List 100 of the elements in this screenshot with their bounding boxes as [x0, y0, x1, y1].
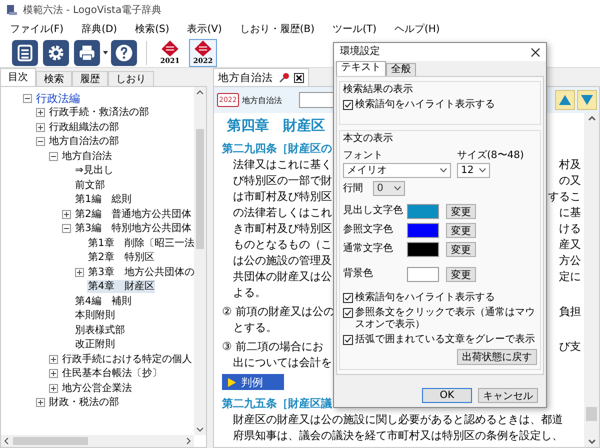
change-button[interactable]: 変更: [446, 266, 476, 282]
tree-item[interactable]: 行政手続における特定の個人: [61, 352, 193, 366]
tree-item[interactable]: 住民基本台帳法〔抄〕: [61, 367, 163, 380]
expand-toggle[interactable]: [49, 354, 58, 364]
sidebar-tab[interactable]: 検索: [36, 71, 72, 86]
source-title: 地方自治法: [242, 94, 282, 106]
pin-icon[interactable]: [279, 72, 290, 83]
case-law-button[interactable]: 判例: [222, 374, 284, 390]
expand-toggle[interactable]: [49, 384, 58, 393]
tree-item[interactable]: ⇒見出し: [74, 164, 114, 178]
scrollbar-thumb[interactable]: [13, 437, 88, 445]
scrollbar-thumb[interactable]: [196, 129, 204, 249]
tree-item[interactable]: 財政・税法の部: [48, 396, 120, 410]
expand-toggle[interactable]: [36, 137, 45, 146]
body-text: 負担: [559, 304, 581, 320]
menu-item[interactable]: ツール(T): [332, 22, 376, 36]
tree-item[interactable]: 第1編 総則: [74, 193, 132, 206]
scrollbar-thumb[interactable]: [586, 407, 597, 421]
menu-item[interactable]: 検索(S): [135, 22, 170, 36]
next-button[interactable]: [577, 90, 597, 110]
tree-item[interactable]: 別表様式部: [74, 324, 126, 337]
chapter-heading: 第四章 財産区: [227, 116, 325, 136]
dialog-tab[interactable]: 全般: [386, 63, 416, 76]
expand-toggle[interactable]: [23, 94, 32, 103]
tree-item[interactable]: 第2編 普通地方公共団体: [74, 208, 192, 221]
tree-item[interactable]: 第2章 特別区: [87, 251, 156, 264]
change-button[interactable]: 変更: [446, 204, 476, 218]
expand-toggle[interactable]: [36, 122, 45, 132]
checkbox-label: 検索語句をハイライト表示する: [355, 99, 495, 111]
tree-item[interactable]: 地方自治法の部: [48, 135, 120, 148]
sidebar-tab[interactable]: しおり: [108, 71, 154, 86]
dialog-button[interactable]: OK: [422, 388, 472, 403]
tree-item[interactable]: 第1章 削除〔昭三一法: [87, 236, 194, 250]
group-title: 検索結果の表示: [343, 84, 414, 96]
close-icon: [295, 74, 303, 82]
sidebar-tab[interactable]: 履歴: [72, 71, 108, 86]
contents-button[interactable]: [12, 40, 38, 66]
tree-item[interactable]: 本則附則: [74, 309, 116, 322]
tree-item[interactable]: 地方自治法: [61, 150, 113, 163]
expand-toggle[interactable]: [36, 398, 45, 408]
tree-item[interactable]: 行政組織法の部: [48, 120, 120, 134]
expand-toggle[interactable]: [49, 369, 58, 378]
body-text: 産又: [559, 237, 581, 253]
tree-item[interactable]: 第3章 地方公共団体の: [87, 266, 194, 279]
help-button[interactable]: [111, 40, 137, 66]
close-icon[interactable]: [531, 48, 540, 56]
dialog-button[interactable]: キャンセル: [478, 388, 538, 403]
tree-item[interactable]: 改正附則: [74, 338, 116, 352]
article-heading: 第二九四条［財産区の: [222, 141, 332, 157]
font-select[interactable]: メイリオ: [343, 163, 451, 178]
tree-item[interactable]: 行政手続・救済法の部: [48, 106, 150, 120]
dropdown-caret-icon: [479, 168, 486, 173]
change-button[interactable]: 変更: [446, 242, 476, 256]
menu-item[interactable]: ファイル(F): [10, 22, 64, 36]
dialog-title: 環境設定: [340, 46, 380, 58]
field-label: 行間: [343, 182, 364, 194]
expand-toggle[interactable]: [75, 268, 84, 277]
app-icon: [6, 4, 18, 16]
reset-button[interactable]: 出荷状態に戻す: [457, 349, 537, 365]
body-text: 財産区の財産又は公の施設に関し必要があると認めるときは、都道: [233, 412, 563, 428]
caret-icon[interactable]: [103, 50, 108, 54]
tree-item[interactable]: 行政法編: [35, 92, 81, 105]
settings-button[interactable]: [43, 40, 69, 66]
menu-item[interactable]: ヘルプ(H): [394, 22, 440, 36]
close-button[interactable]: [294, 72, 304, 82]
tree-item[interactable]: 第3編 特別地方公共団体: [74, 222, 192, 236]
change-button[interactable]: 変更: [446, 222, 476, 238]
expand-toggle[interactable]: [62, 224, 71, 234]
menu-item[interactable]: 表示(V): [187, 22, 222, 36]
body-text: び支: [559, 339, 581, 355]
document-tab[interactable]: 地方自治法: [213, 68, 309, 86]
body-text: 定に: [559, 269, 581, 285]
expand-toggle[interactable]: [36, 108, 45, 118]
sidebar-tab[interactable]: 目次: [0, 68, 36, 86]
menu-item[interactable]: 辞典(D): [82, 22, 118, 36]
tree-item[interactable]: 地方公営企業法: [61, 382, 133, 395]
field-label: サイズ(8〜48): [457, 150, 524, 162]
tree-item[interactable]: 第4編 補則: [74, 294, 132, 308]
body-text: の又: [559, 173, 581, 189]
checkbox[interactable]: [343, 293, 353, 303]
triangle-down-icon: [580, 94, 594, 106]
body-text: き市町村及び特別区: [233, 221, 332, 237]
checkbox[interactable]: [343, 308, 353, 318]
tree-item[interactable]: 第4章 財産区: [87, 280, 156, 294]
color-label: 背景色: [343, 268, 374, 280]
menu-item[interactable]: しおり・履歴(B): [240, 22, 315, 36]
body-text: 共団体の財産又は公: [233, 269, 332, 285]
tree-item[interactable]: 前文部: [74, 178, 106, 192]
expand-toggle[interactable]: [62, 210, 71, 219]
size-select[interactable]: 12: [457, 163, 490, 178]
dropdown-caret-icon: [394, 186, 401, 191]
body-text: するこ: [548, 189, 581, 205]
expand-toggle[interactable]: [49, 152, 58, 161]
body-text: は公の施設の管理及: [233, 253, 332, 269]
checkbox[interactable]: [343, 100, 353, 110]
previous-button[interactable]: [555, 90, 575, 110]
print-button[interactable]: [74, 40, 100, 66]
checkbox[interactable]: [343, 335, 353, 345]
body-text: ける: [559, 221, 581, 237]
dialog-tab[interactable]: テキスト: [336, 61, 386, 76]
